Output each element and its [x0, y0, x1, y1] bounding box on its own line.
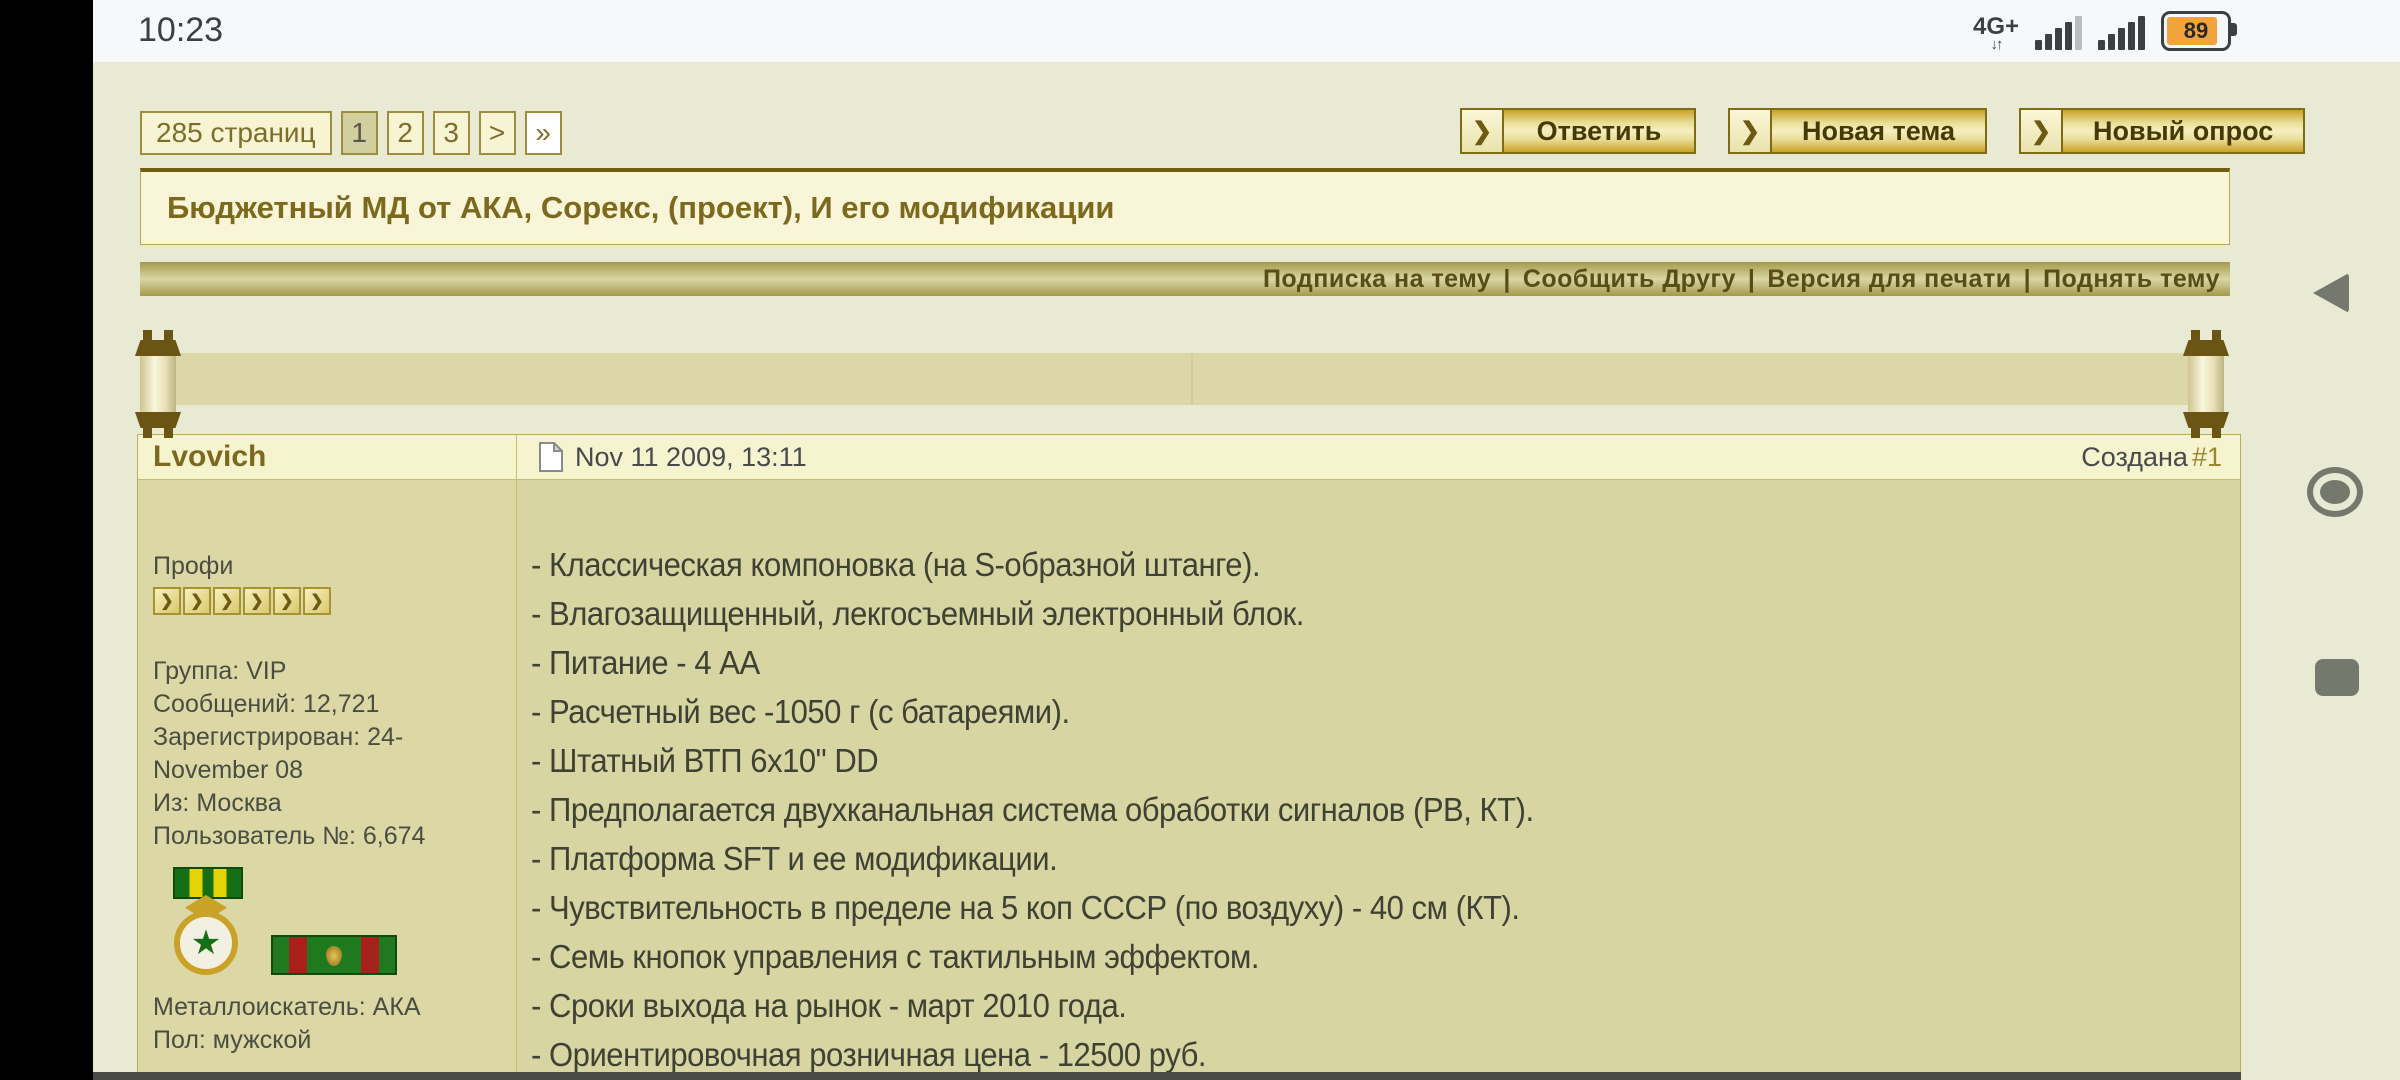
status-bar: 10:23 4G+ ↓↑ 89 — [93, 0, 2400, 62]
rank-pip-icon: ❯ — [183, 587, 211, 615]
spec-line: - Штатный ВТП 6x10" DD — [531, 736, 2137, 785]
spec-line: - Классическая компоновка (на S-образной… — [531, 540, 2137, 589]
new-topic-button-label: Новая тема — [1772, 110, 1985, 152]
battery-percent: 89 — [2164, 14, 2228, 48]
profile-detector: Металлоискатель: АКА — [153, 991, 498, 1024]
new-topic-button[interactable]: ❯ Новая тема — [1728, 108, 1987, 154]
profile-from: Из: Москва — [153, 787, 498, 820]
reply-button[interactable]: ❯ Ответить — [1460, 108, 1696, 154]
tell-a-friend-link[interactable]: Сообщить Другу — [1523, 265, 1736, 294]
android-recents-button-icon[interactable] — [2315, 659, 2359, 696]
scroll-roller-right-icon — [2183, 330, 2229, 438]
spec-line: - Семь кнопок управления с тактильным эф… — [531, 932, 2137, 981]
forum-page: 10:23 4G+ ↓↑ 89 285 страниц 1 2 3 > » — [0, 0, 2400, 1080]
post-number-link[interactable]: #1 — [2192, 442, 2222, 473]
award-ribbon-icon — [271, 935, 397, 975]
author-profile-panel: Профи ❯ ❯ ❯ ❯ ❯ ❯ Группа: VIP Сообщений:… — [138, 480, 517, 1079]
rank-pip-icon: ❯ — [213, 587, 241, 615]
post-text: - Классическая компоновка (на S-образной… — [531, 540, 2240, 1079]
pagination: 285 страниц 1 2 3 > » — [140, 111, 562, 155]
post-author-cell: Lvovich — [138, 435, 517, 479]
arrow-icon: ❯ — [1730, 110, 1772, 152]
post-header: Lvovich Nov 11 2009, 13:11 Создана #1 — [138, 435, 2240, 480]
topic-actions: ❯ Ответить ❯ Новая тема ❯ Новый опрос — [1460, 108, 2305, 154]
page-button-1[interactable]: 1 — [341, 111, 378, 155]
scroll-banner — [158, 353, 2224, 405]
network-label: 4G+ — [1973, 16, 2019, 38]
link-separator: | — [1503, 265, 1511, 294]
profile-group: Группа: VIP — [153, 655, 498, 688]
link-separator: | — [1748, 265, 1756, 294]
rank-pip-icon: ❯ — [153, 587, 181, 615]
clock: 10:23 — [138, 11, 223, 50]
topic-title-panel: Бюджетный МД от АКА, Сорекс, (проект), И… — [140, 168, 2230, 245]
topic-title: Бюджетный МД от АКА, Сорекс, (проект), И… — [167, 190, 1114, 226]
display-cutout-band — [0, 0, 93, 1080]
page-button-2[interactable]: 2 — [387, 111, 424, 155]
signal-strength-icon-sim2 — [2098, 16, 2145, 50]
post: Lvovich Nov 11 2009, 13:11 Создана #1 Пр… — [137, 434, 2241, 1080]
signal-strength-icon-sim1 — [2035, 16, 2082, 50]
rank-pip-icon: ❯ — [273, 587, 301, 615]
android-back-button-icon[interactable] — [2313, 273, 2349, 313]
spec-line: - Предполагается двухканальная система о… — [531, 785, 2137, 834]
pages-count-label: 285 страниц — [140, 111, 332, 155]
post-icon — [539, 442, 563, 472]
battery-icon: 89 — [2161, 11, 2231, 51]
profile-messages: Сообщений: 12,721 — [153, 688, 498, 721]
post-body: Профи ❯ ❯ ❯ ❯ ❯ ❯ Группа: VIP Сообщений:… — [138, 480, 2240, 1079]
network-type: 4G+ ↓↑ — [1973, 16, 2019, 52]
topic-options-bar: Подписка на тему | Сообщить Другу | Верс… — [140, 262, 2230, 296]
post-date: Nov 11 2009, 13:11 — [575, 442, 807, 473]
arrow-icon: ❯ — [2021, 110, 2063, 152]
profile-user-number: Пользователь №: 6,674 — [153, 820, 498, 853]
spec-line: - Чувствительность в пределе на 5 коп СС… — [531, 883, 2137, 932]
author-rank: Профи — [153, 552, 516, 581]
spec-line: - Влагозащищенный, лекгосъемный электрон… — [531, 589, 2137, 638]
rank-pips: ❯ ❯ ❯ ❯ ❯ ❯ — [153, 587, 516, 615]
reply-button-label: Ответить — [1504, 110, 1694, 152]
battery-nub — [2231, 23, 2237, 36]
bump-topic-link[interactable]: Поднять тему — [2043, 265, 2220, 294]
page-last-button[interactable]: » — [525, 111, 562, 155]
scroll-banner-seam — [1191, 353, 1193, 405]
rank-pip-icon: ❯ — [243, 587, 271, 615]
spec-line: - Платформа SFT и ее модификации. — [531, 834, 2137, 883]
post-created-label: Создана — [2081, 442, 2188, 473]
print-version-link[interactable]: Версия для печати — [1767, 265, 2011, 294]
profile-gender: Пол: мужской — [153, 1024, 498, 1057]
profile-registered: Зарегистрирован: 24-November 08 — [153, 721, 498, 787]
spec-line: - Питание - 4 АА — [531, 638, 2137, 687]
link-separator: | — [2024, 265, 2032, 294]
spec-line: - Расчетный вес -1050 г (с батареями). — [531, 687, 2137, 736]
page-button-3[interactable]: 3 — [433, 111, 470, 155]
rank-pip-icon: ❯ — [303, 587, 331, 615]
spec-line: - Сроки выхода на рынок - март 2010 года… — [531, 981, 2137, 1030]
profile-awards: ★ — [161, 867, 516, 975]
subscribe-link[interactable]: Подписка на тему — [1263, 265, 1491, 294]
next-post-edge — [93, 1072, 2241, 1080]
post-content: - Классическая компоновка (на S-образной… — [517, 480, 2240, 1079]
arrow-icon: ❯ — [1462, 110, 1504, 152]
page-next-button[interactable]: > — [479, 111, 516, 155]
award-medal-icon: ★ — [161, 867, 253, 975]
status-icons: 4G+ ↓↑ 89 — [1973, 6, 2231, 56]
android-home-button-icon[interactable] — [2307, 467, 2363, 517]
new-poll-button-label: Новый опрос — [2063, 110, 2303, 152]
scroll-roller-left-icon — [135, 330, 181, 438]
data-activity-arrows-icon: ↓↑ — [1991, 38, 2002, 52]
post-meta-cell: Nov 11 2009, 13:11 Создана #1 — [517, 435, 2240, 479]
author-link[interactable]: Lvovich — [153, 440, 266, 474]
new-poll-button[interactable]: ❯ Новый опрос — [2019, 108, 2305, 154]
